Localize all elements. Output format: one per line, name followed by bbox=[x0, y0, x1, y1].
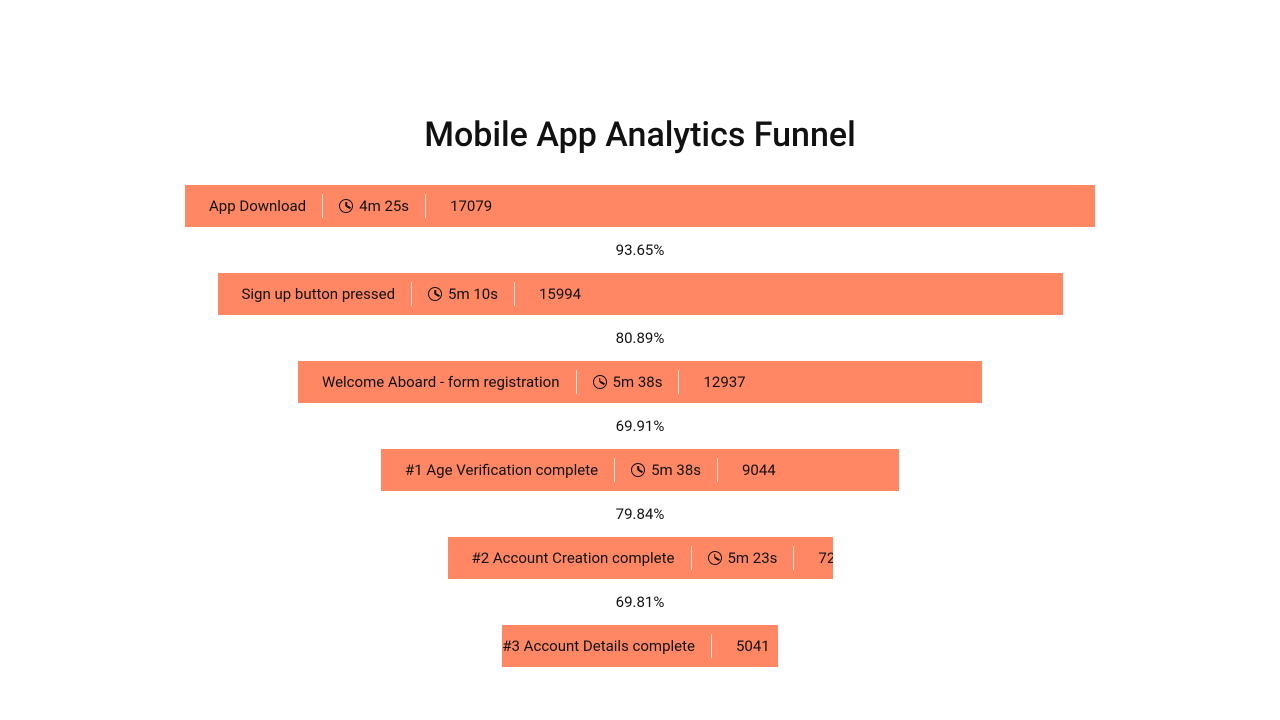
funnel-step: Sign up button pressed 5m 10s 15994 bbox=[218, 273, 1063, 315]
step-time-value: 5m 23s bbox=[728, 549, 778, 567]
step-label: Welcome Aboard - form registration bbox=[320, 373, 562, 391]
divider bbox=[678, 370, 679, 394]
conversion-pct: 79.84% bbox=[616, 491, 665, 537]
page-title: Mobile App Analytics Funnel bbox=[0, 115, 1280, 155]
divider bbox=[717, 458, 718, 482]
clock-icon bbox=[631, 463, 645, 477]
step-time: 5m 38s bbox=[629, 461, 703, 479]
funnel-chart: App Download 4m 25s 17079 93.65% Sign up… bbox=[0, 185, 1280, 667]
divider bbox=[711, 634, 712, 658]
step-count: 12937 bbox=[693, 373, 755, 391]
divider bbox=[514, 282, 515, 306]
divider bbox=[411, 282, 412, 306]
clock-icon bbox=[339, 199, 353, 213]
step-count: 7221 bbox=[808, 549, 832, 567]
step-label: Sign up button pressed bbox=[240, 285, 398, 303]
conversion-pct: 80.89% bbox=[616, 315, 665, 361]
step-time-value: 5m 38s bbox=[651, 461, 701, 479]
step-label: #3 Account Details complete bbox=[502, 637, 697, 655]
step-time: 5m 38s bbox=[591, 373, 665, 391]
divider bbox=[425, 194, 426, 218]
divider bbox=[793, 546, 794, 570]
step-time: 5m 23s bbox=[706, 549, 780, 567]
step-label: #2 Account Creation complete bbox=[470, 549, 677, 567]
step-time-value: 5m 38s bbox=[613, 373, 663, 391]
step-time: 4m 25s bbox=[337, 197, 411, 215]
funnel-step: #2 Account Creation complete 5m 23s 7221 bbox=[448, 537, 833, 579]
funnel-step: #1 Age Verification complete 5m 38s 9044 bbox=[381, 449, 899, 491]
divider bbox=[691, 546, 692, 570]
conversion-pct: 69.81% bbox=[616, 579, 665, 625]
step-count: 17079 bbox=[440, 197, 502, 215]
clock-icon bbox=[593, 375, 607, 389]
step-label: App Download bbox=[207, 197, 308, 215]
divider bbox=[614, 458, 615, 482]
funnel-step: App Download 4m 25s 17079 bbox=[185, 185, 1095, 227]
step-time-value: 5m 10s bbox=[448, 285, 498, 303]
conversion-pct: 93.65% bbox=[616, 227, 665, 273]
step-time: 5m 10s bbox=[426, 285, 500, 303]
funnel-step: Welcome Aboard - form registration 5m 38… bbox=[298, 361, 982, 403]
funnel-step: #3 Account Details complete 5041 bbox=[502, 625, 778, 667]
divider bbox=[322, 194, 323, 218]
clock-icon bbox=[428, 287, 442, 301]
step-time-value: 4m 25s bbox=[359, 197, 409, 215]
step-label: #1 Age Verification complete bbox=[403, 461, 600, 479]
clock-icon bbox=[708, 551, 722, 565]
step-count: 15994 bbox=[529, 285, 591, 303]
divider bbox=[576, 370, 577, 394]
conversion-pct: 69.91% bbox=[616, 403, 665, 449]
step-count: 9044 bbox=[732, 461, 786, 479]
step-count: 5041 bbox=[726, 637, 778, 655]
